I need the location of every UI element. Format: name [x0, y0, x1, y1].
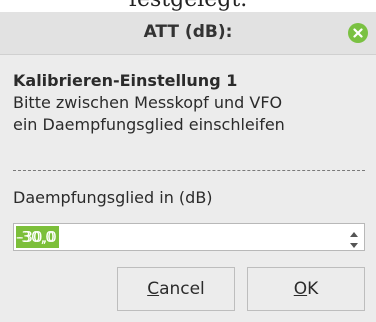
close-icon: [353, 28, 363, 38]
background-window-edge: festgelegt.: [0, 0, 376, 12]
attenuation-spinbox[interactable]: -30,0: [13, 223, 365, 251]
message-heading: Kalibrieren-Einstellung 1: [13, 71, 238, 90]
dialog-message: Kalibrieren-Einstellung 1 Bitte zwischen…: [13, 70, 363, 136]
background-text: festgelegt.: [0, 0, 376, 12]
cancel-button[interactable]: Cancel: [117, 267, 235, 311]
ok-label: K: [307, 279, 319, 299]
ok-mnemonic: O: [293, 279, 308, 299]
ok-button[interactable]: OK: [247, 267, 365, 311]
close-button[interactable]: [348, 23, 368, 43]
dialog-titlebar[interactable]: ATT (dB):: [0, 12, 376, 55]
cancel-label: ancel: [159, 279, 205, 299]
message-line-1: Bitte zwischen Messkopf und VFO: [13, 93, 283, 112]
cancel-mnemonic: C: [147, 279, 160, 299]
attenuation-input[interactable]: [16, 226, 316, 248]
att-dialog: ATT (dB): Kalibrieren-Einstellung 1 Bitt…: [0, 12, 376, 322]
message-line-2: ein Daempfungsglied einschleifen: [13, 115, 285, 134]
field-label: Daempfungsglied in (dB): [13, 188, 213, 207]
dashed-separator: [13, 170, 365, 171]
spin-down-button[interactable]: [346, 237, 362, 248]
dialog-title: ATT (dB):: [143, 22, 233, 42]
arrow-down-icon: [350, 233, 358, 252]
spin-buttons: [346, 226, 362, 248]
